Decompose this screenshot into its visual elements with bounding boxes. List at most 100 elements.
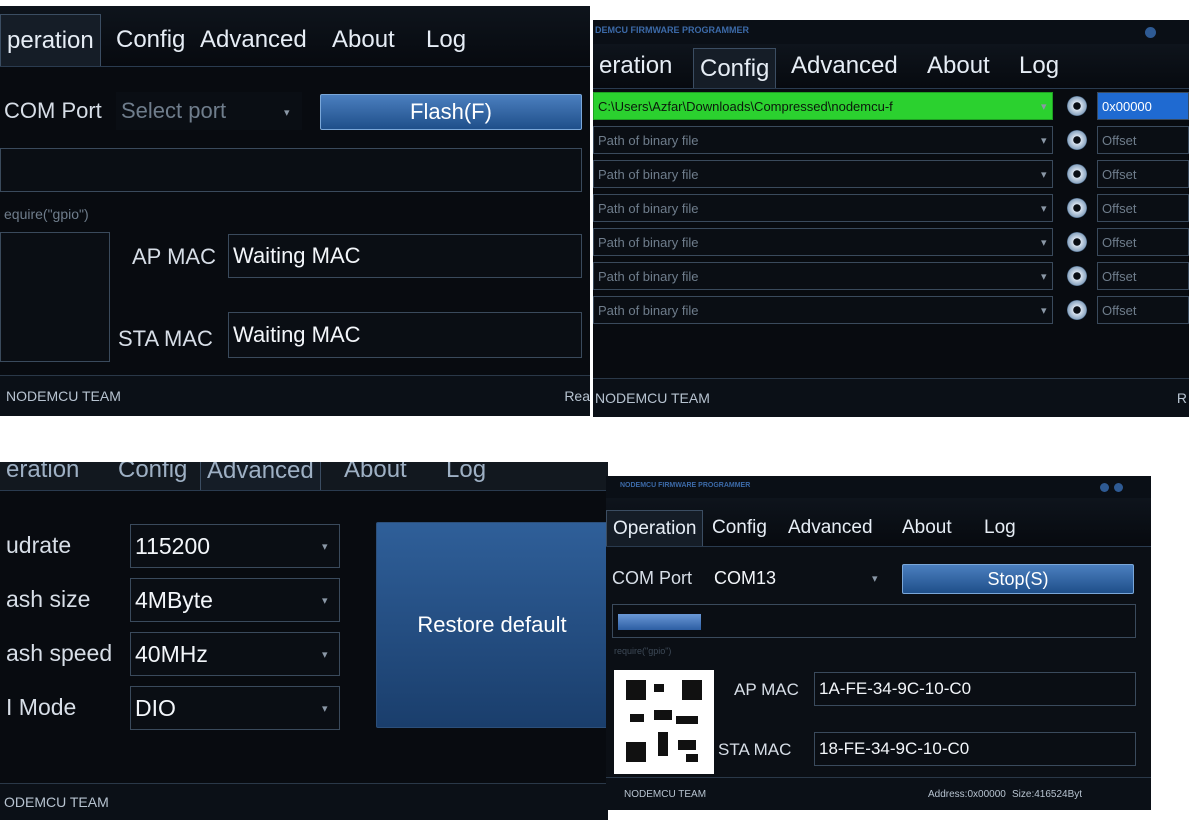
offset-field[interactable]: Offset	[1097, 262, 1189, 290]
chevron-down-icon[interactable]: ▾	[1041, 270, 1047, 283]
restore-default-button[interactable]: Restore default	[376, 522, 608, 728]
status-left-text: NODEMCU TEAM	[6, 388, 121, 404]
gear-icon[interactable]	[1067, 164, 1087, 184]
minimize-icon[interactable]	[1100, 483, 1109, 492]
sta-mac-field: 18-FE-34-9C-10-C0	[814, 732, 1136, 766]
chevron-down-icon[interactable]: ▾	[284, 106, 290, 119]
stop-button[interactable]: Stop(S)	[902, 564, 1134, 594]
gear-icon[interactable]	[1067, 300, 1087, 320]
offset-field[interactable]: Offset	[1097, 194, 1189, 222]
flash-button[interactable]: Flash(F)	[320, 94, 582, 130]
chevron-down-icon[interactable]: ▾	[322, 594, 328, 607]
gear-icon[interactable]	[1067, 198, 1087, 218]
tab-advanced[interactable]: Advanced	[200, 462, 321, 490]
tab-bar: eration Config Advanced About Log	[0, 462, 608, 491]
status-bar: NODEMCU TEAM R	[593, 378, 1189, 417]
sta-mac-field: Waiting MAC	[228, 312, 582, 358]
binary-path-field[interactable]: Path of binary file	[593, 194, 1053, 222]
offset-field[interactable]: Offset	[1097, 228, 1189, 256]
setting-select[interactable]: 40MHz	[130, 632, 340, 676]
hint-text: equire("gpio")	[4, 206, 89, 222]
binary-path-field[interactable]: Path of binary file	[593, 126, 1053, 154]
tab-config[interactable]: Config	[693, 48, 777, 88]
offset-field[interactable]: Offset	[1097, 126, 1189, 154]
window-control-icon[interactable]	[1145, 27, 1156, 38]
tab-advanced[interactable]: Advanced	[782, 510, 879, 546]
status-bar: NODEMCU TEAM Address:0x00000 Size:416524…	[606, 777, 1151, 810]
tab-advanced[interactable]: Advanced	[785, 44, 904, 88]
ap-mac-field: 1A-FE-34-9C-10-C0	[814, 672, 1136, 706]
binary-path-field[interactable]: Path of binary file	[593, 262, 1053, 290]
tab-log[interactable]: Log	[420, 14, 472, 66]
gear-icon[interactable]	[1067, 96, 1087, 116]
setting-label: ash speed	[6, 640, 113, 666]
tab-about[interactable]: About	[326, 14, 401, 66]
tab-config[interactable]: Config	[112, 462, 193, 490]
tab-log[interactable]: Log	[1013, 44, 1065, 88]
gear-icon[interactable]	[1067, 266, 1087, 286]
setting-select[interactable]: 4MByte	[130, 578, 340, 622]
close-icon[interactable]	[1114, 483, 1123, 492]
status-bar: ODEMCU TEAM	[0, 783, 608, 820]
chevron-down-icon[interactable]: ▾	[1041, 202, 1047, 215]
window-title-text: DEMCU FIRMWARE PROGRAMMER	[595, 25, 749, 35]
chevron-down-icon[interactable]: ▾	[1041, 236, 1047, 249]
progress-bar	[0, 148, 582, 192]
qr-code-area	[0, 232, 110, 362]
tab-config[interactable]: Config	[110, 14, 191, 66]
tab-operation[interactable]: eration	[593, 44, 678, 88]
tab-bar: Operation Config Advanced About Log	[606, 498, 1151, 547]
gear-icon[interactable]	[1067, 232, 1087, 252]
com-port-select[interactable]: Select port	[116, 92, 302, 130]
binary-path-field[interactable]: C:\Users\Azfar\Downloads\Compressed\node…	[593, 92, 1053, 120]
ap-mac-label: AP MAC	[734, 680, 799, 699]
setting-select[interactable]: DIO	[130, 686, 340, 730]
status-left-text: ODEMCU TEAM	[4, 794, 109, 810]
tab-about[interactable]: About	[338, 462, 413, 490]
chevron-down-icon[interactable]: ▾	[1041, 304, 1047, 317]
com-port-label: COM Port	[4, 98, 102, 123]
qr-code-icon	[614, 670, 714, 774]
chevron-down-icon[interactable]: ▾	[322, 702, 328, 715]
tab-advanced[interactable]: Advanced	[194, 14, 313, 66]
hint-text: require("gpio")	[614, 646, 672, 656]
tab-operation[interactable]: eration	[0, 462, 85, 490]
status-bar: NODEMCU TEAM Rea	[0, 375, 590, 416]
window-title: DEMCU FIRMWARE PROGRAMMER	[593, 20, 1189, 44]
binary-path-field[interactable]: Path of binary file	[593, 160, 1053, 188]
offset-field[interactable]: Offset	[1097, 296, 1189, 324]
tab-operation[interactable]: Operation	[606, 510, 704, 546]
sta-mac-label: STA MAC	[718, 740, 792, 759]
com-port-placeholder: Select port	[121, 98, 227, 123]
status-left-text: NODEMCU TEAM	[624, 788, 707, 800]
tab-operation[interactable]: peration	[0, 14, 101, 66]
tab-log[interactable]: Log	[440, 462, 492, 490]
window-title-text: NODEMCU FIRMWARE PROGRAMMER	[620, 482, 751, 489]
offset-field[interactable]: Offset	[1097, 160, 1189, 188]
tab-bar: eration Config Advanced About Log	[593, 44, 1189, 89]
config-panel: DEMCU FIRMWARE PROGRAMMER eration Config…	[593, 20, 1189, 417]
status-address: Address:0x00000	[928, 788, 1006, 800]
gear-icon[interactable]	[1067, 130, 1087, 150]
chevron-down-icon[interactable]: ▾	[1041, 100, 1047, 113]
tab-log[interactable]: Log	[978, 510, 1022, 546]
setting-select[interactable]: 115200	[130, 524, 340, 568]
chevron-down-icon[interactable]: ▾	[1041, 134, 1047, 147]
progress-fill	[618, 614, 701, 630]
binary-path-field[interactable]: Path of binary file	[593, 296, 1053, 324]
com-port-value[interactable]: COM13	[714, 568, 776, 589]
chevron-down-icon[interactable]: ▾	[1041, 168, 1047, 181]
tab-about[interactable]: About	[921, 44, 996, 88]
tab-about[interactable]: About	[896, 510, 958, 546]
chevron-down-icon[interactable]: ▾	[322, 648, 328, 661]
sta-mac-label: STA MAC	[118, 326, 213, 351]
chevron-down-icon[interactable]: ▾	[322, 540, 328, 553]
binary-path-field[interactable]: Path of binary file	[593, 228, 1053, 256]
offset-field[interactable]: 0x00000	[1097, 92, 1189, 120]
setting-label: udrate	[6, 532, 72, 558]
chevron-down-icon[interactable]: ▾	[872, 572, 878, 585]
tab-config[interactable]: Config	[706, 510, 773, 546]
operation-panel-1: peration Config Advanced About Log COM P…	[0, 6, 590, 416]
advanced-panel: eration Config Advanced About Log udrate…	[0, 462, 608, 820]
operation-panel-2: NODEMCU FIRMWARE PROGRAMMER Operation Co…	[606, 476, 1151, 810]
